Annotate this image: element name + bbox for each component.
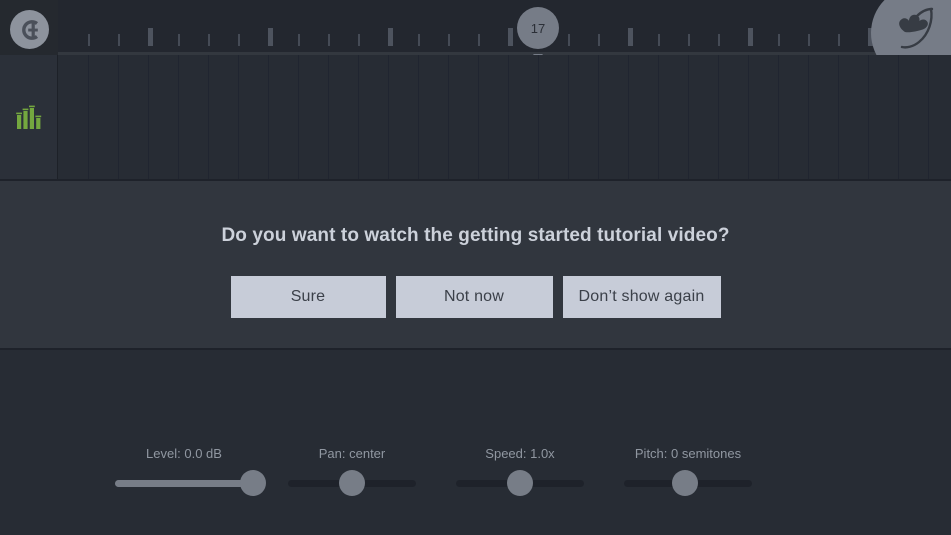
- ruler-beat-tick: [208, 34, 210, 46]
- mixer-levels-icon: [15, 105, 41, 129]
- ruler-beat-tick: [478, 34, 480, 46]
- sampler-controls-panel: Level: 0.0 dB Pan: center Speed: 1.0x Pi…: [0, 418, 951, 535]
- ruler-beat-tick: [238, 34, 240, 46]
- ruler-beat-tick: [838, 34, 840, 46]
- track-gridline: [358, 55, 359, 181]
- ruler-beat-tick: [718, 34, 720, 46]
- pan-slider-thumb[interactable]: [339, 470, 365, 496]
- track-gridline: [898, 55, 899, 181]
- track-gridline: [478, 55, 479, 181]
- fl-studio-mobile-app: 17 Do you want to watch the getting star…: [0, 0, 951, 535]
- ruler-bar-tick: [268, 28, 273, 46]
- pitch-slider[interactable]: Pitch: 0 semitones: [624, 446, 752, 496]
- ruler-bar-tick: [508, 28, 513, 46]
- ruler-bar-tick: [628, 28, 633, 46]
- track-gridline: [388, 55, 389, 181]
- level-slider-label: Level: 0.0 dB: [146, 446, 222, 461]
- level-slider-fill: [115, 480, 253, 487]
- tutorial-dialog: Do you want to watch the getting started…: [0, 181, 951, 348]
- level-slider-track[interactable]: [115, 470, 266, 496]
- track-gridline: [628, 55, 629, 181]
- pan-slider-track[interactable]: [288, 470, 416, 496]
- playhead-marker[interactable]: 17: [517, 7, 559, 60]
- ruler-bar-tick: [748, 28, 753, 46]
- dont-show-again-button[interactable]: Don’t show again: [562, 276, 721, 318]
- ruler-beat-tick: [118, 34, 120, 46]
- ruler-beat-tick: [358, 34, 360, 46]
- ruler-beat-tick: [658, 34, 660, 46]
- dialog-button-row: Sure Not now Don’t show again: [230, 276, 721, 318]
- speed-slider-track[interactable]: [456, 470, 584, 496]
- ruler-beat-tick: [598, 34, 600, 46]
- track-gridline: [598, 55, 599, 181]
- ruler-beat-tick: [298, 34, 300, 46]
- not-now-button[interactable]: Not now: [395, 276, 553, 318]
- track-gridline: [118, 55, 119, 181]
- ruler-beat-tick: [418, 34, 420, 46]
- track-gridline: [868, 55, 869, 181]
- track-gridline: [508, 55, 509, 181]
- playhead-bar-number: 17: [530, 20, 546, 36]
- transport-bar: REC REV 122 BPM CTRL Preview CPU: [0, 348, 951, 418]
- ruler-bar-tick: [388, 28, 393, 46]
- track-gridline: [148, 55, 149, 181]
- level-slider-thumb[interactable]: [240, 470, 266, 496]
- track-gridline: [778, 55, 779, 181]
- pan-slider-label: Pan: center: [318, 446, 386, 461]
- track-gridline: [208, 55, 209, 181]
- playlist-track-area[interactable]: [0, 55, 951, 181]
- ruler-beat-tick: [808, 34, 810, 46]
- track-header[interactable]: [0, 55, 58, 181]
- timeline-ruler[interactable]: 17: [0, 0, 951, 80]
- fl-studio-c-logo-icon: [21, 19, 38, 40]
- ruler-beat-tick: [778, 34, 780, 46]
- track-gridline: [238, 55, 239, 181]
- ruler-beat-tick: [568, 34, 570, 46]
- speed-slider-thumb[interactable]: [507, 470, 533, 496]
- track-gridline: [448, 55, 449, 181]
- track-gridline: [328, 55, 329, 181]
- track-gridline: [178, 55, 179, 181]
- ruler-beat-tick: [688, 34, 690, 46]
- ruler-beat-tick: [328, 34, 330, 46]
- track-gridline: [688, 55, 689, 181]
- speed-slider-label: Speed: 1.0x: [485, 446, 555, 461]
- pitch-slider-track[interactable]: [624, 470, 752, 496]
- track-gridline: [418, 55, 419, 181]
- app-menu-button[interactable]: [10, 10, 49, 49]
- track-gridline: [748, 55, 749, 181]
- ruler-ticks: [58, 0, 951, 55]
- speed-slider[interactable]: Speed: 1.0x: [456, 446, 584, 496]
- track-gridline: [298, 55, 299, 181]
- track-gridline: [838, 55, 839, 181]
- track-gridline: [928, 55, 929, 181]
- sure-button[interactable]: Sure: [230, 276, 386, 318]
- ruler-beat-tick: [88, 34, 90, 46]
- track-gridline: [808, 55, 809, 181]
- track-grid[interactable]: [58, 55, 951, 181]
- level-slider[interactable]: Level: 0.0 dB: [115, 446, 266, 496]
- track-gridline: [268, 55, 269, 181]
- ruler-beat-tick: [448, 34, 450, 46]
- track-gridline: [538, 55, 539, 181]
- track-gridline: [718, 55, 719, 181]
- ruler-beat-tick: [178, 34, 180, 46]
- dialog-message: Do you want to watch the getting started…: [221, 225, 730, 246]
- track-gridline: [658, 55, 659, 181]
- track-gridline: [568, 55, 569, 181]
- pitch-slider-thumb[interactable]: [672, 470, 699, 496]
- pitch-slider-label: Pitch: 0 semitones: [634, 446, 742, 461]
- track-gridline: [88, 55, 89, 181]
- pan-slider[interactable]: Pan: center: [288, 446, 416, 496]
- ruler-bar-tick: [148, 28, 153, 46]
